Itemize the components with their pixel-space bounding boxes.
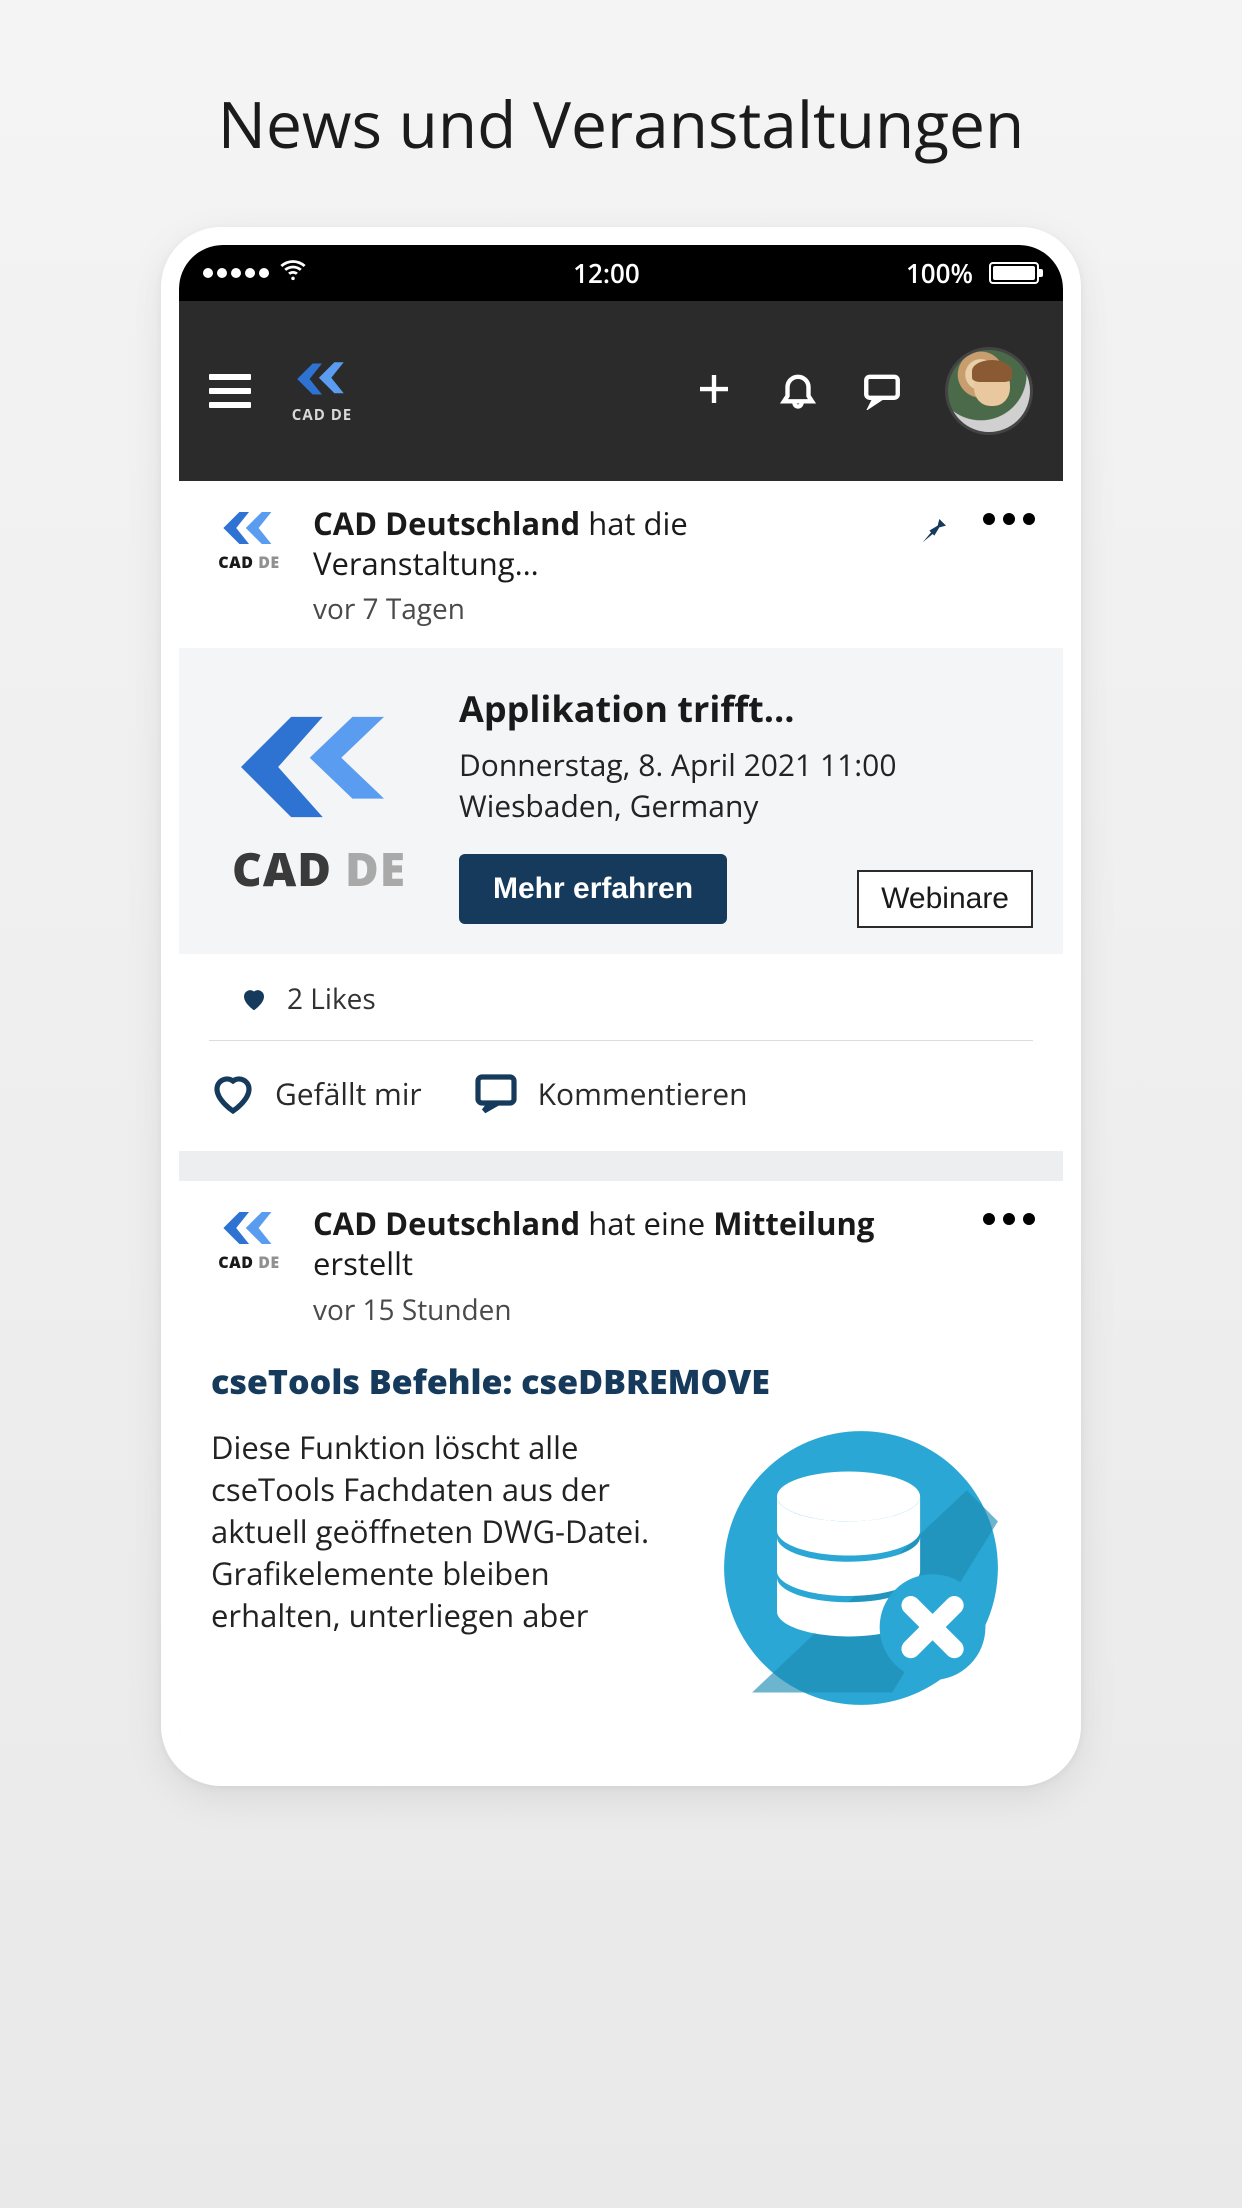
post-headline: CAD Deutschland hat eine Mitteilung erst… [313,1205,903,1284]
post-author-logo[interactable]: CAD DE [209,505,289,573]
post-author-logo-text: CAD DE [218,1251,279,1273]
event-tag-button[interactable]: Webinare [857,870,1033,928]
phone-frame: 12:00 100% CAD DE [161,227,1081,1786]
post-author-name[interactable]: CAD Deutschland [313,1203,580,1245]
status-time: 12:00 [573,255,640,291]
post-time: vor 15 Stunden [313,1293,903,1329]
comment-label: Kommentieren [538,1073,748,1114]
comment-button[interactable]: Kommentieren [472,1069,748,1117]
post-body: cseTools Befehle: cseDBREMOVE Diese Funk… [179,1348,1063,1738]
post-text: Diese Funktion löscht alle cseTools Fach… [211,1428,671,1637]
status-left [203,255,307,291]
app-logo[interactable]: CAD DE [291,357,353,425]
post-author-logo[interactable]: CAD DE [209,1205,289,1273]
add-icon[interactable] [693,368,735,415]
avatar[interactable] [945,347,1033,435]
event-learn-more-button[interactable]: Mehr erfahren [459,854,727,924]
pin-icon [911,509,951,554]
post-more-icon[interactable] [983,1213,1035,1225]
post-meta: CAD Deutschland hat eine Mitteilung erst… [313,1205,1033,1328]
messages-icon[interactable] [861,368,903,415]
heart-filled-icon [239,984,269,1014]
post-author-logo-text: CAD DE [218,551,279,573]
post-headline: CAD Deutschland hat die Veranstaltung… [313,505,903,584]
status-bar: 12:00 100% [179,245,1063,301]
event-title[interactable]: Applikation trifft… [459,684,1033,733]
event-logo-text: CAD DE [232,838,406,900]
post-header: CAD DE CAD Deutschland hat eine Mitteilu… [179,1181,1063,1348]
likes-row[interactable]: 2 Likes [209,954,1033,1041]
post-actions: Gefällt mir Kommentieren [179,1041,1063,1151]
like-label: Gefällt mir [275,1073,422,1114]
comment-icon [472,1069,520,1117]
event-logo: CAD DE [209,678,429,924]
event-location: Wiesbaden, Germany [459,786,1033,827]
feed-post: CAD DE CAD Deutschland hat die Veranstal… [179,481,1063,1151]
battery-icon [989,262,1039,284]
post-more-icon[interactable] [983,513,1035,525]
post-title[interactable]: cseTools Befehle: cseDBREMOVE [211,1358,1031,1404]
feed: CAD DE CAD Deutschland hat die Veranstal… [179,481,1063,1738]
event-date: Donnerstag, 8. April 2021 11:00 [459,745,1033,786]
battery-percentage: 100% [906,255,973,291]
post-author-name[interactable]: CAD Deutschland [313,503,580,545]
bell-icon[interactable] [777,368,819,415]
post-header: CAD DE CAD Deutschland hat die Veranstal… [179,481,1063,648]
post-time: vor 7 Tagen [313,592,903,628]
app-logo-text: CAD DE [292,405,352,425]
phone-screen: 12:00 100% CAD DE [179,245,1063,1768]
event-card: CAD DE Applikation trifft… Donnerstag, 8… [179,648,1063,954]
heart-outline-icon [209,1069,257,1117]
like-button[interactable]: Gefällt mir [209,1069,422,1117]
page-heading: News und Veranstaltungen [0,0,1242,227]
wifi-icon [279,255,307,291]
signal-dots-icon [203,268,269,278]
database-remove-icon [691,1428,1031,1708]
feed-post: CAD DE CAD Deutschland hat eine Mitteilu… [179,1181,1063,1738]
menu-icon[interactable] [209,374,251,408]
app-header: CAD DE [179,301,1063,481]
likes-count-label: 2 Likes [287,980,376,1018]
status-right: 100% [906,255,1039,291]
